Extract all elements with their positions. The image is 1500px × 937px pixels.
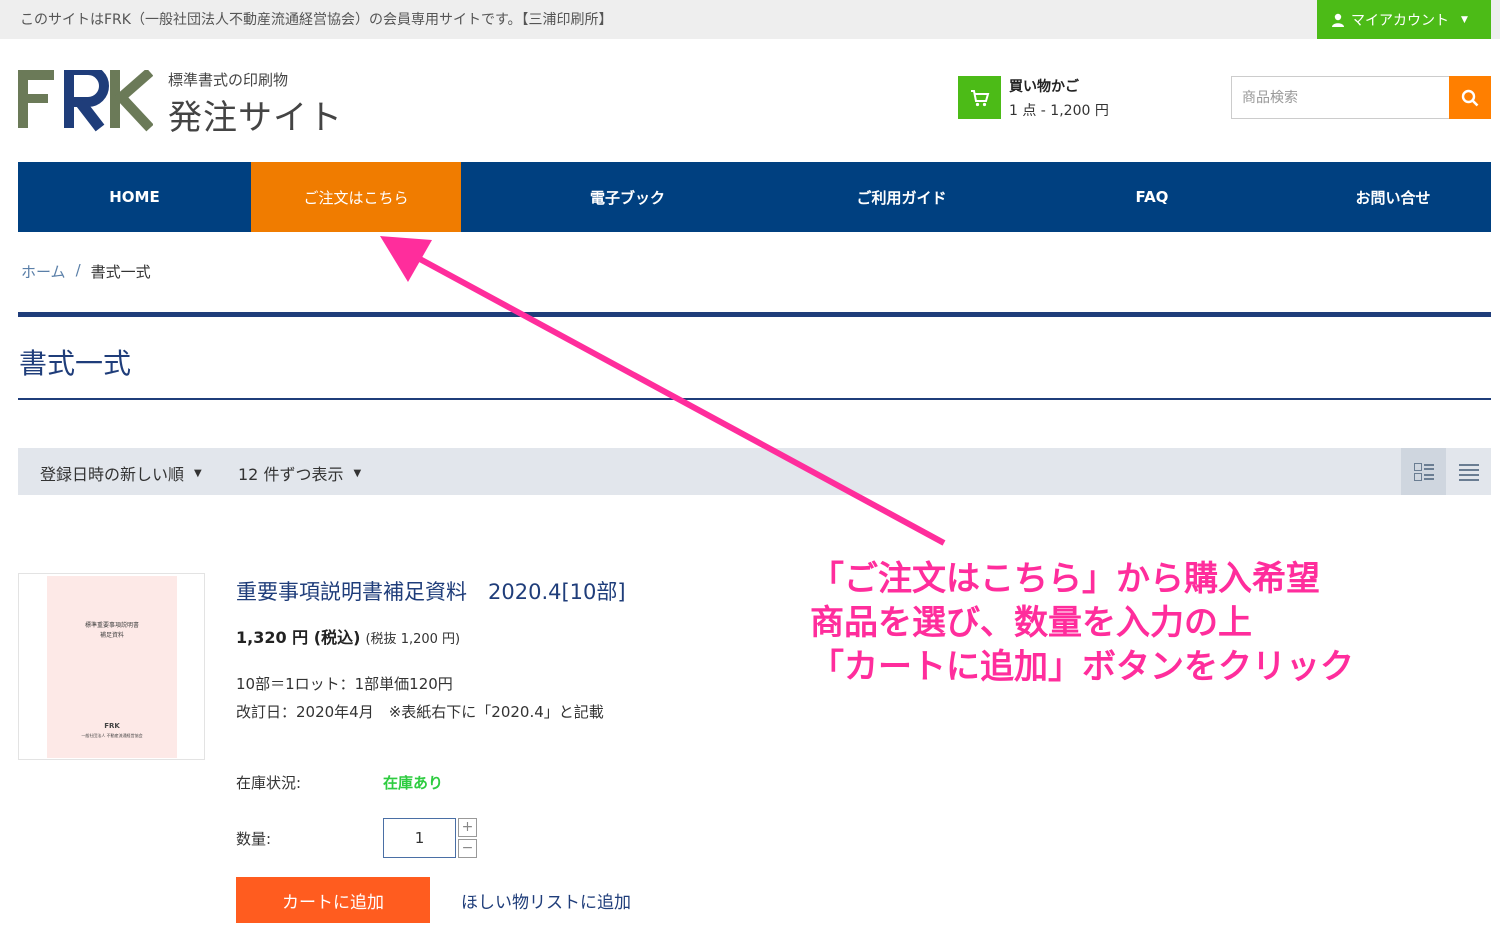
product-search xyxy=(1231,76,1491,119)
main-nav: HOME ご注文はこちら 電子ブック ご利用ガイド FAQ お問い合せ xyxy=(18,162,1491,232)
breadcrumb: ホーム / 書式一式 xyxy=(21,261,151,282)
annotation-line1: 「ご注文はこちら」から購入希望 xyxy=(810,559,1320,599)
title-top-rule xyxy=(18,312,1491,317)
list-view-icon xyxy=(1458,463,1479,481)
logo-title: 発注サイト xyxy=(168,98,343,138)
title-bottom-rule xyxy=(18,398,1491,400)
quantity-decrement-button[interactable]: − xyxy=(458,839,477,858)
member-notice: このサイトはFRK（一般社団法人不動産流通経営協会）の会員専用サイトです。【三浦… xyxy=(20,12,613,28)
chevron-down-icon: ▼ xyxy=(1461,14,1468,25)
cover-title-line2: 補足資料 xyxy=(99,632,124,639)
annotation-line3: 「カートに追加」ボタンをクリック xyxy=(810,647,1354,687)
product-name[interactable]: 重要事項説明書補足資料 2020.4[10部] xyxy=(236,576,626,606)
breadcrumb-separator: / xyxy=(75,261,81,279)
product-price: 1,320 円 (税込) (税抜 1,200 円) xyxy=(236,624,460,648)
price-tax-excluded: (税抜 1,200 円) xyxy=(365,632,461,647)
breadcrumb-current: 書式一式 xyxy=(90,263,151,281)
add-to-cart-button[interactable]: カートに追加 xyxy=(236,877,430,923)
listing-toolbar: 登録日時の新しい順 ▼ 12 件ずつ表示 ▼ xyxy=(18,448,1491,495)
frk-logo-mark xyxy=(18,70,153,132)
page-title: 書式一式 xyxy=(19,347,132,380)
price-tax-included: 1,320 円 (税込) xyxy=(236,628,361,647)
cover-title-line1: 標準重要事項説明書 xyxy=(84,622,139,629)
cart-text: 買い物かご 1 点 - 1,200 円 xyxy=(1009,76,1109,120)
list-view-button[interactable] xyxy=(1446,448,1491,495)
grid-view-icon xyxy=(1413,462,1434,481)
quantity-increment-button[interactable]: + xyxy=(458,818,477,837)
user-icon xyxy=(1332,13,1344,27)
per-page-select[interactable]: 12 件ずつ表示 ▼ xyxy=(238,461,361,485)
per-page-label: 12 件ずつ表示 xyxy=(238,465,344,484)
sort-select[interactable]: 登録日時の新しい順 ▼ xyxy=(40,461,202,485)
cart-summary: 1 点 - 1,200 円 xyxy=(1009,103,1109,119)
annotation-text: 「ご注文はこちら」から購入希望 商品を選び、数量を入力の上 「カートに追加」ボタ… xyxy=(810,557,1354,689)
chevron-down-icon: ▼ xyxy=(353,467,362,479)
product-description-line1: 10部＝1ロット：1部単価120円 xyxy=(236,675,453,693)
nav-home[interactable]: HOME xyxy=(18,162,251,232)
nav-ebook[interactable]: 電子ブック xyxy=(461,162,794,232)
grid-view-button[interactable] xyxy=(1401,448,1446,495)
search-button[interactable] xyxy=(1449,76,1491,119)
add-to-wishlist-link[interactable]: ほしい物リストに追加 xyxy=(461,888,631,913)
logo-subtitle: 標準書式の印刷物 xyxy=(168,71,289,89)
product-description-line2: 改訂日：2020年4月 ※表紙右下に「2020.4」と記載 xyxy=(236,703,604,721)
mini-cart[interactable]: 買い物かご 1 点 - 1,200 円 xyxy=(958,76,1109,120)
nav-contact[interactable]: お問い合せ xyxy=(1295,162,1491,232)
product-thumbnail[interactable]: 標準重要事項説明書 補足資料 FRK 一般社団法人 不動産流通経営協会 xyxy=(18,573,205,760)
site-logo[interactable]: 標準書式の印刷物 発注サイト xyxy=(18,66,358,138)
annotation-line2: 商品を選び、数量を入力の上 xyxy=(810,603,1252,643)
sort-label: 登録日時の新しい順 xyxy=(40,465,185,484)
my-account-button[interactable]: マイアカウント ▼ xyxy=(1317,0,1491,39)
cart-icon xyxy=(958,76,1001,119)
nav-order[interactable]: ご注文はこちら xyxy=(251,162,461,232)
product-cover-image: 標準重要事項説明書 補足資料 FRK 一般社団法人 不動産流通経営協会 xyxy=(47,576,177,758)
nav-guide[interactable]: ご利用ガイド xyxy=(794,162,1009,232)
my-account-label: マイアカウント xyxy=(1351,12,1449,29)
stock-status: 在庫あり xyxy=(383,774,444,792)
search-input[interactable] xyxy=(1231,76,1449,119)
nav-faq[interactable]: FAQ xyxy=(1009,162,1295,232)
quantity-input[interactable] xyxy=(383,818,456,858)
breadcrumb-home[interactable]: ホーム xyxy=(21,261,66,282)
quantity-label: 数量: xyxy=(236,830,272,848)
cart-title: 買い物かご xyxy=(1009,79,1079,95)
top-notice-bar: このサイトはFRK（一般社団法人不動産流通経営協会）の会員専用サイトです。【三浦… xyxy=(0,0,1500,39)
chevron-down-icon: ▼ xyxy=(194,467,202,479)
search-icon xyxy=(1461,89,1479,106)
cover-org: 一般社団法人 不動産流通経営協会 xyxy=(81,733,143,738)
cover-brand: FRK xyxy=(104,722,120,730)
stock-label: 在庫状況: xyxy=(236,774,302,792)
